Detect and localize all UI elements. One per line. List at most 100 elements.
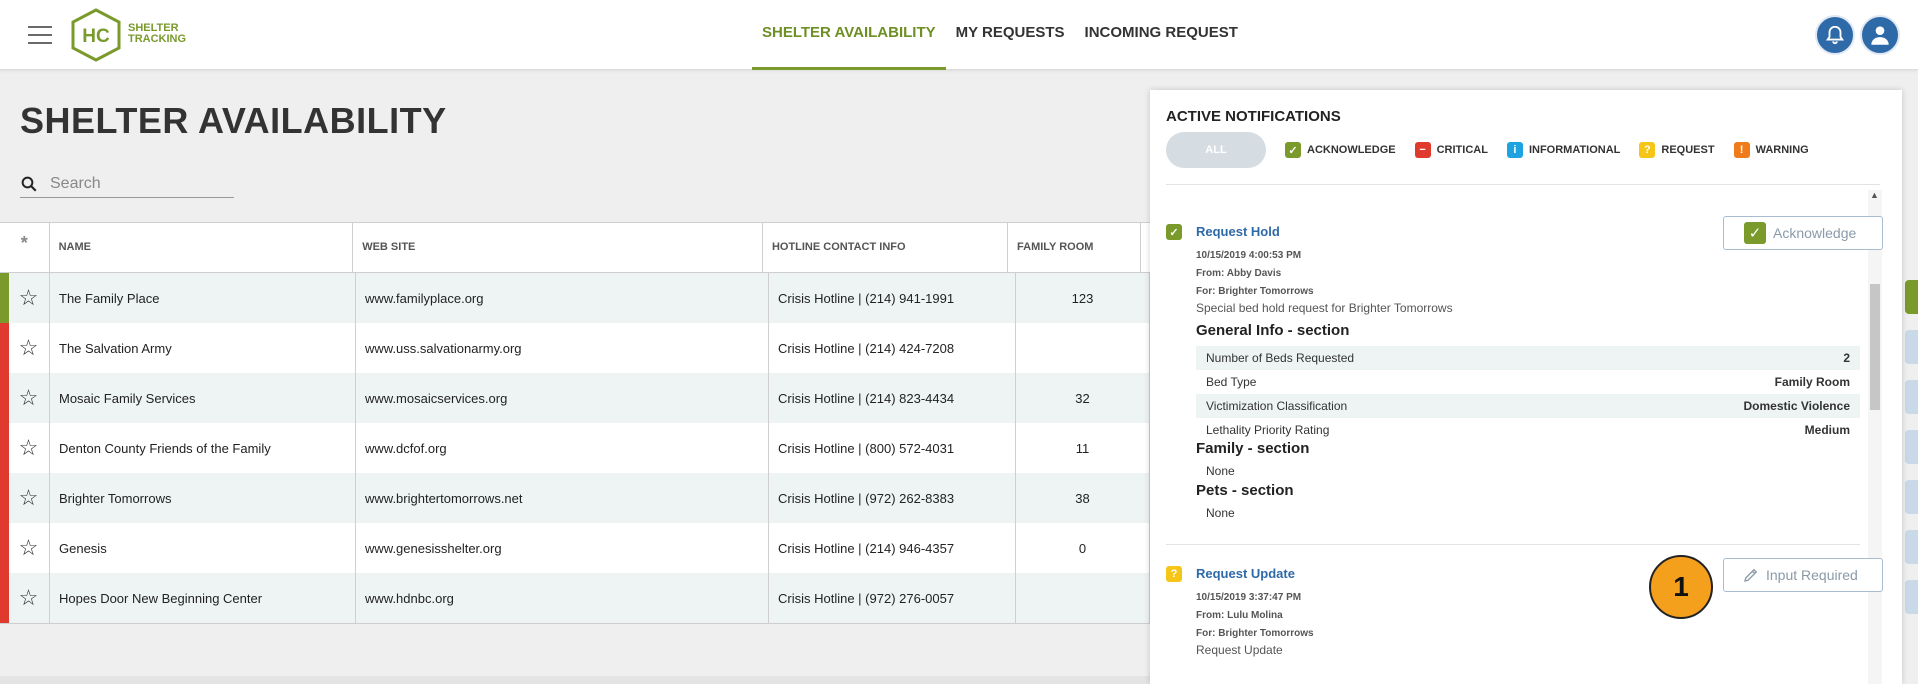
filter-label: REQUEST (1661, 144, 1715, 156)
notification-title[interactable]: Request Update (1196, 566, 1295, 581)
family-value: None (1206, 464, 1235, 478)
filter-warning[interactable]: ! WARNING (1733, 142, 1809, 158)
column-header-website[interactable]: WEB SITE (353, 223, 763, 273)
row-side-tab[interactable] (1905, 330, 1918, 364)
search-box (20, 170, 234, 198)
field-label: Number of Beds Requested (1206, 351, 1355, 365)
table-row[interactable]: ☆ Hopes Door New Beginning Center www.hdnb… (0, 573, 1150, 623)
field-value: Family Room (1774, 375, 1850, 389)
star-icon[interactable]: ☆ (19, 485, 39, 511)
family-room-count: 32 (1016, 373, 1150, 423)
table-row[interactable]: ☆ The Salvation Army www.uss.salvationarmy… (0, 323, 1150, 373)
page-title: SHELTER AVAILABILITY (20, 100, 447, 141)
panel-divider (1166, 184, 1880, 185)
table-row[interactable]: ☆ Brighter Tomorrows www.brightertomorrows… (0, 473, 1150, 523)
nav-shelter-availability[interactable]: SHELTER AVAILABILITY (752, 0, 946, 70)
nav-incoming-request[interactable]: INCOMING REQUEST (1075, 0, 1248, 70)
family-room-count: 38 (1016, 473, 1150, 523)
filter-critical[interactable]: − CRITICAL (1414, 142, 1488, 158)
table-row[interactable]: ☆ Genesis www.genesisshelter.org Crisis Hot… (0, 523, 1150, 573)
input-required-button[interactable]: Input Required (1723, 558, 1883, 592)
favorite-cell: ☆ (0, 573, 50, 623)
panel-scrollbar[interactable] (1868, 190, 1882, 684)
favorite-cell: ☆ (0, 473, 50, 523)
star-icon[interactable]: ☆ (19, 435, 39, 461)
row-side-tab[interactable] (1905, 380, 1918, 414)
acknowledge-button-label: Acknowledge (1773, 225, 1857, 241)
notification-for: For: Brighter Tomorrows (1196, 286, 1314, 297)
shelter-website: www.hdnbc.org (356, 573, 769, 623)
shelter-table: * NAME WEB SITE HOTLINE CONTACT INFO FAM… (0, 222, 1157, 624)
field-value: Medium (1804, 423, 1850, 437)
row-side-tab[interactable] (1905, 580, 1918, 614)
filter-acknowledge[interactable]: ✓ ACKNOWLEDGE (1285, 142, 1396, 158)
table-row[interactable]: ☆ The Family Place www.familyplace.org Cris… (0, 273, 1150, 323)
field-row: Bed Type Family Room (1196, 370, 1860, 394)
favorite-cell: ☆ (0, 273, 50, 323)
page-footer-strip (0, 676, 1150, 684)
filter-label: ACKNOWLEDGE (1307, 144, 1396, 156)
notification-from: From: Lulu Molina (1196, 610, 1283, 621)
notification-for: For: Brighter Tomorrows (1196, 628, 1314, 639)
row-side-tab[interactable] (1905, 430, 1918, 464)
status-indicator (0, 573, 9, 623)
status-indicator (0, 323, 9, 373)
status-indicator (0, 423, 9, 473)
shelter-name: The Salvation Army (50, 323, 356, 373)
search-input[interactable] (50, 174, 220, 193)
column-header-name[interactable]: NAME (50, 223, 354, 273)
select-column-header: * (0, 223, 50, 273)
favorite-cell: ☆ (0, 373, 50, 423)
notifications-panel: ACTIVE NOTIFICATIONS ALL ✓ ACKNOWLEDGE − C… (1150, 90, 1902, 684)
column-header-family-room[interactable]: FAMILY ROOM (1008, 223, 1142, 273)
column-header-hotline[interactable]: HOTLINE CONTACT INFO (763, 223, 1009, 273)
notifications-title: ACTIVE NOTIFICATIONS (1166, 108, 1341, 125)
filter-informational[interactable]: i INFORMATIONAL (1506, 142, 1620, 158)
logo-icon[interactable]: HC (70, 8, 122, 62)
star-icon[interactable]: ☆ (19, 335, 39, 361)
logo-text-line2: TRACKING (128, 33, 187, 45)
nav-my-requests[interactable]: MY REQUESTS (946, 0, 1075, 70)
bell-icon (1825, 25, 1845, 45)
main-nav: SHELTER AVAILABILITY MY REQUESTS INCOMIN… (752, 0, 1248, 70)
user-button[interactable] (1860, 15, 1900, 55)
user-icon (1871, 26, 1889, 45)
filter-all-button[interactable]: ALL (1166, 132, 1266, 168)
notification-timestamp: 10/15/2019 4:00:53 PM (1196, 250, 1302, 261)
column-header-next[interactable]: S (1141, 223, 1157, 273)
table-row[interactable]: ☆ Mosaic Family Services www.mosaicservice… (0, 373, 1150, 423)
field-value: 2 (1843, 351, 1850, 365)
acknowledge-icon: ✓ (1166, 224, 1182, 240)
info-icon: i (1506, 142, 1523, 158)
logo-mark: HC (82, 26, 110, 47)
star-icon[interactable]: ☆ (19, 585, 39, 611)
notification-title[interactable]: Request Hold (1196, 224, 1280, 239)
shelter-hotline: Crisis Hotline | (972) 262-8383 (769, 473, 1016, 523)
star-icon[interactable]: ☆ (19, 385, 39, 411)
acknowledge-button[interactable]: ✓ Acknowledge (1723, 216, 1883, 250)
logo-text: SHELTER TRACKING (128, 23, 186, 45)
table-body: ☆ The Family Place www.familyplace.org Cris… (0, 273, 1150, 623)
family-room-count: 123 (1016, 273, 1150, 323)
request-icon: ? (1166, 566, 1182, 582)
scroll-up-arrow-icon[interactable]: ▲ (1870, 190, 1879, 200)
star-icon[interactable]: ☆ (19, 535, 39, 561)
step-callout-badge: 1 (1649, 555, 1713, 619)
shelter-website: www.genesisshelter.org (356, 523, 769, 573)
shelter-name: Denton County Friends of the Family (50, 423, 356, 473)
scrollbar-thumb[interactable] (1870, 284, 1880, 410)
row-side-tab[interactable] (1905, 280, 1918, 314)
shelter-website: www.dcfof.org (356, 423, 769, 473)
status-indicator (0, 473, 9, 523)
notifications-button[interactable] (1815, 15, 1855, 55)
table-row[interactable]: ☆ Denton County Friends of the Family www.… (0, 423, 1150, 473)
top-header: HC SHELTER TRACKING SHELTER AVAILABILITY… (0, 0, 1918, 70)
star-icon[interactable]: ☆ (19, 285, 39, 311)
shelter-website: www.uss.salvationarmy.org (356, 323, 769, 373)
critical-icon: − (1414, 142, 1431, 158)
menu-icon[interactable] (28, 26, 52, 44)
row-side-tab[interactable] (1905, 480, 1918, 514)
row-side-tab[interactable] (1905, 530, 1918, 564)
filter-request[interactable]: ? REQUEST (1639, 142, 1715, 158)
field-label: Bed Type (1206, 375, 1257, 389)
